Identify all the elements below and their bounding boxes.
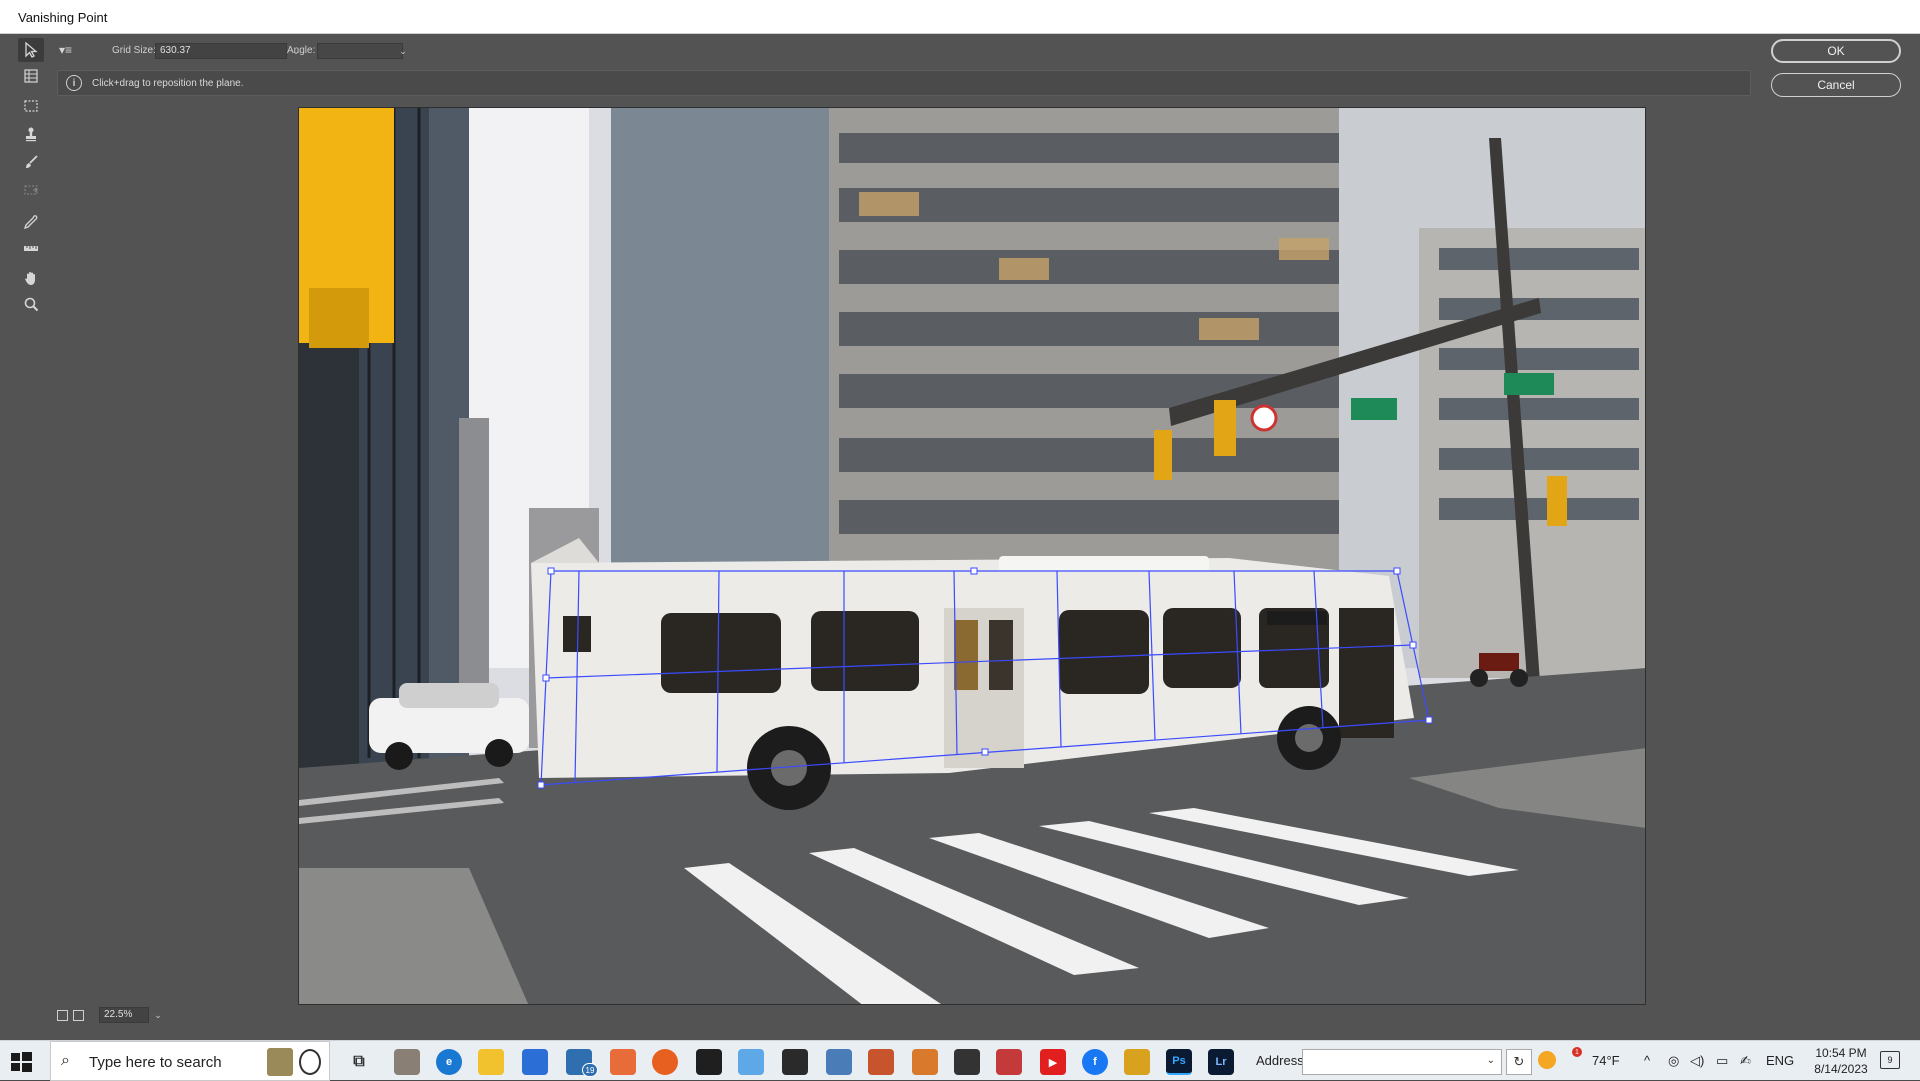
dialog-title: Vanishing Point: [18, 10, 108, 25]
view-toggle-2-icon[interactable]: [73, 1010, 84, 1021]
ruler-icon: [24, 246, 38, 251]
eyedropper-icon: [23, 215, 38, 230]
view-toggle-1-icon[interactable]: [57, 1010, 68, 1021]
security-app-icon[interactable]: [996, 1049, 1022, 1075]
search-highlight-image: [267, 1048, 293, 1076]
language-indicator[interactable]: ENG: [1766, 1053, 1794, 1068]
photos-app-icon[interactable]: [394, 1049, 420, 1075]
address-label: Address: [1256, 1053, 1304, 1068]
amazon-icon[interactable]: [782, 1049, 808, 1075]
canvas-status-bar: 22.5% ⌄: [55, 1006, 1855, 1026]
angle-dropdown-icon[interactable]: ⌄: [396, 43, 410, 59]
search-highlight-ring-icon: [299, 1049, 321, 1075]
weather-icon[interactable]: [1538, 1051, 1556, 1069]
zoom-dropdown-icon[interactable]: ⌄: [151, 1007, 165, 1023]
eyedropper-tool[interactable]: [18, 210, 44, 234]
edge-browser-icon[interactable]: e: [436, 1049, 462, 1075]
taskbar-search-box[interactable]: ⌕ Type here to search: [50, 1041, 330, 1081]
tool-panel: [10, 36, 50, 1036]
network-icon[interactable]: ▭: [1716, 1053, 1728, 1069]
stamp-icon: [26, 127, 36, 142]
windows-start-icon[interactable]: [8, 1049, 34, 1075]
zoom-level-input[interactable]: 22.5%: [99, 1007, 149, 1023]
firefox-icon[interactable]: [652, 1049, 678, 1075]
angle-input[interactable]: [317, 43, 403, 59]
tray-chevron-up-icon[interactable]: ^: [1644, 1053, 1650, 1068]
tray-camera-icon[interactable]: ◎: [1668, 1053, 1679, 1069]
dialog-titlebar: Vanishing Point: [0, 0, 1920, 34]
search-placeholder: Type here to search: [89, 1054, 222, 1071]
system-clock[interactable]: 10:54 PM 8/14/2023: [1806, 1045, 1876, 1077]
youtube-icon[interactable]: ▶: [1040, 1049, 1066, 1075]
mail-badge: 19: [582, 1063, 598, 1077]
hint-text: Click+drag to reposition the plane.: [92, 78, 244, 89]
address-input[interactable]: ⌄: [1302, 1049, 1502, 1075]
hint-bar: i Click+drag to reposition the plane.: [57, 70, 1751, 96]
transform-tool[interactable]: [18, 178, 44, 202]
facebook-icon[interactable]: f: [1082, 1049, 1108, 1075]
shopping-bag-icon[interactable]: [1124, 1049, 1150, 1075]
edit-plane-tool[interactable]: [18, 38, 44, 62]
windows-taskbar: ⌕ Type here to search ⧉ e 19 ▶ f Ps Lr A…: [0, 1040, 1920, 1081]
create-plane-icon: [24, 69, 38, 83]
brush-tool[interactable]: [18, 150, 44, 174]
cloud-drive-icon[interactable]: [738, 1049, 764, 1075]
measure-tool[interactable]: [18, 236, 44, 260]
create-plane-tool[interactable]: [18, 64, 44, 88]
file-explorer-icon[interactable]: [478, 1049, 504, 1075]
street-photo: [299, 108, 1645, 1004]
design-app-icon[interactable]: [912, 1049, 938, 1075]
arrow-cursor-icon: [25, 41, 38, 58]
clock-time: 10:54 PM: [1815, 1046, 1867, 1060]
search-icon: ⌕: [61, 1052, 70, 1069]
photoshop-icon[interactable]: Ps: [1166, 1049, 1192, 1075]
angle-label: Angle:: [287, 45, 316, 56]
options-menu-icon[interactable]: ▾≡: [59, 43, 72, 57]
transform-icon: [24, 185, 38, 195]
store-app-icon[interactable]: [522, 1049, 548, 1075]
refresh-icon[interactable]: ↻: [1506, 1049, 1532, 1075]
marquee-tool[interactable]: [18, 94, 44, 118]
hand-tool[interactable]: [18, 266, 44, 290]
zoom-tool[interactable]: [18, 292, 44, 316]
brush-icon: [26, 155, 38, 168]
notification-center-icon[interactable]: 9: [1880, 1051, 1900, 1069]
grid-size-input[interactable]: 630.37: [155, 43, 287, 59]
volume-icon[interactable]: ◁): [1690, 1053, 1704, 1069]
cancel-button[interactable]: Cancel: [1771, 73, 1901, 97]
weather-temperature[interactable]: 74°F: [1592, 1053, 1620, 1068]
magnifier-icon: [24, 297, 39, 312]
media-player-icon[interactable]: [610, 1049, 636, 1075]
image-canvas[interactable]: [298, 107, 1646, 1005]
dropbox-icon[interactable]: [696, 1049, 722, 1075]
clock-date: 8/14/2023: [1814, 1062, 1868, 1076]
weather-badge: 1: [1572, 1047, 1582, 1057]
ok-button[interactable]: OK: [1771, 39, 1901, 63]
address-dropdown-icon[interactable]: ⌄: [1487, 1055, 1495, 1066]
marquee-icon: [24, 100, 38, 112]
shield-app-icon[interactable]: [954, 1049, 980, 1075]
hand-icon: [25, 272, 35, 285]
grid-size-label: Grid Size:: [112, 45, 156, 56]
task-view-icon[interactable]: ⧉: [346, 1049, 372, 1075]
pen-icon[interactable]: ✍: [1740, 1053, 1751, 1069]
stamp-tool[interactable]: [18, 122, 44, 146]
office-app-icon[interactable]: [868, 1049, 894, 1075]
lightroom-icon[interactable]: Lr: [1208, 1049, 1234, 1075]
info-icon: i: [66, 75, 82, 91]
pen-tool-app-icon[interactable]: [826, 1049, 852, 1075]
